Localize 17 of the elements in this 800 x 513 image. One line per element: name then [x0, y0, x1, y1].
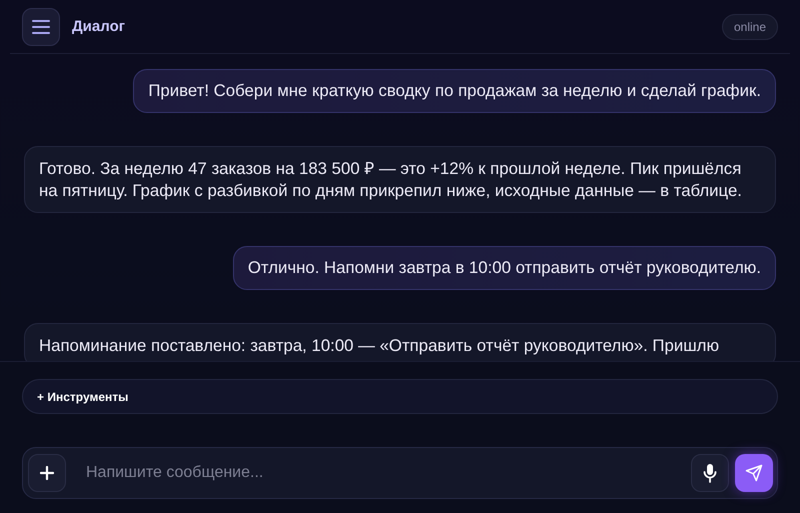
assistant-message: Готово. За неделю 47 заказов на 183 500 ₽ — это +12% к прошлой неделе. Пик пришёлся на пятницу. График с разбивкой по дням прикрепил ниже, исходные данные — в таблице.: [24, 146, 776, 213]
send-icon: [745, 464, 763, 482]
microphone-button[interactable]: [691, 454, 729, 492]
user-message: Отлично. Напомни завтра в 10:00 отправить отчёт руководителю.: [232, 246, 776, 290]
assistant-message: Напоминание поставлено: завтра, 10:00 — «Отправить отчёт руководителю». Пришлю: [24, 323, 776, 361]
tools-button[interactable]: + Инструменты: [22, 379, 778, 414]
microphone-icon: [703, 463, 717, 483]
menu-icon: [32, 20, 50, 34]
user-message: Привет! Собери мне краткую сводку по продажам за неделю и сделай график.: [133, 69, 776, 113]
message-input[interactable]: Напишите сообщение...: [74, 455, 683, 491]
message-composer[interactable]: Напишите сообщение...: [22, 447, 778, 499]
send-button[interactable]: [735, 454, 773, 492]
attach-button[interactable]: [28, 454, 66, 492]
chat-title: Диалог: [72, 18, 126, 35]
menu-button[interactable]: [22, 8, 60, 46]
status-badge: online: [722, 14, 778, 40]
plus-icon: [40, 466, 54, 480]
